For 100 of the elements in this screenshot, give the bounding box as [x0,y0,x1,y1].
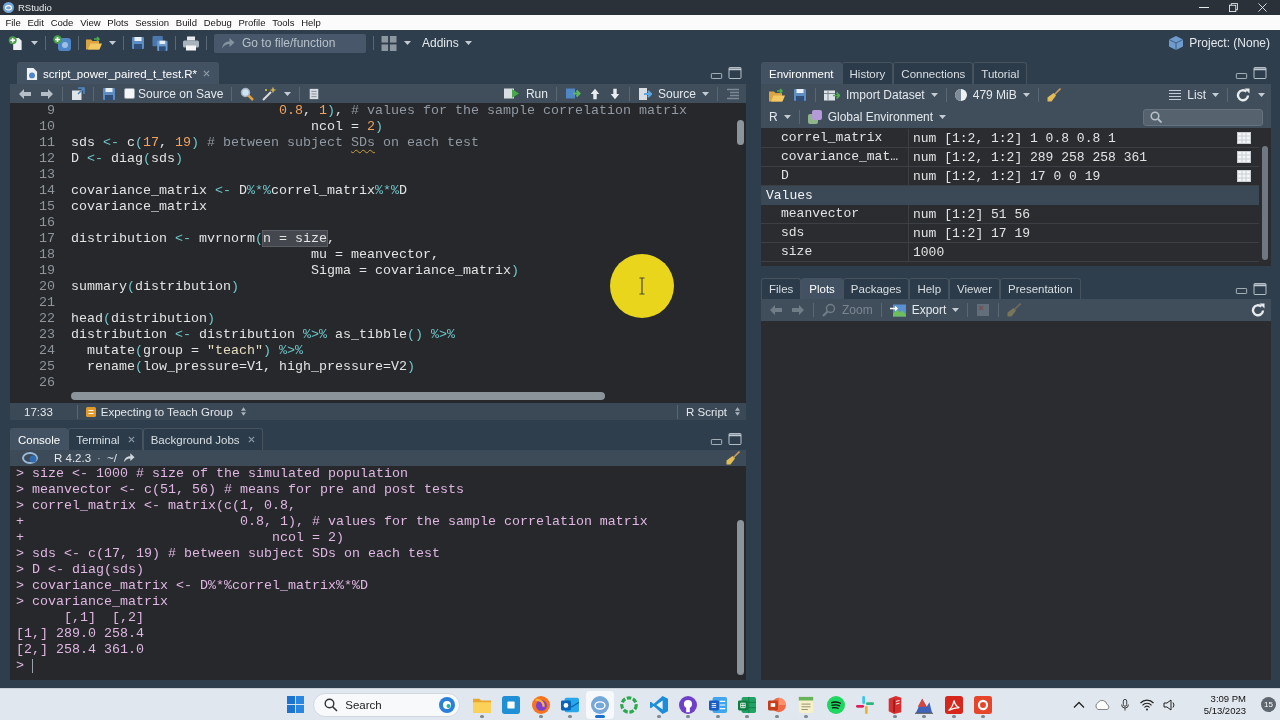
console-output[interactable] [10,466,746,680]
save-icon[interactable] [131,36,145,50]
open-folder-icon[interactable] [769,87,785,103]
search-field[interactable] [1143,108,1263,126]
caret-icon[interactable] [1212,93,1219,97]
environment-row[interactable]: sds num [1:2] 17 19 [761,224,1259,243]
tab[interactable]: Files [761,278,802,299]
arrow-icon[interactable] [122,452,135,464]
environment-row[interactable]: meanvector num [1:2] 51 56 [761,205,1259,224]
tab[interactable]: Help [909,278,950,299]
menu-item[interactable]: Edit [24,15,48,30]
environment-row[interactable]: covariance_mat… num [1:2, 1:2] 289 258 258 361 [761,148,1259,167]
notification-badge[interactable]: 15 [1261,697,1276,712]
caret-icon[interactable] [404,41,411,45]
cloud-icon[interactable] [1093,697,1110,712]
wand-icon[interactable] [262,86,277,101]
up-arrow-icon[interactable] [588,87,601,100]
menu-item[interactable]: File [2,15,25,30]
grid-icon[interactable] [381,35,397,51]
tab[interactable]: Console [10,428,69,450]
forward-arrow-icon[interactable] [40,86,54,101]
close-icon[interactable] [127,436,135,443]
menu-item[interactable]: Help [297,15,325,30]
start-icon[interactable] [286,696,304,713]
outline-icon[interactable] [726,86,740,101]
code-editor[interactable] [10,103,746,403]
tab[interactable]: Connections [893,62,974,84]
tab[interactable]: Presentation [1000,278,1081,299]
environment-row[interactable]: correl_matrix num [1:2, 1:2] 1 0.8 0.8 1 [761,129,1259,148]
caret-icon[interactable] [702,91,709,96]
minimize-icon[interactable] [710,438,723,445]
broom-icon[interactable] [726,451,740,465]
file-tab[interactable]: script_power_paired_t_test.R* [17,62,220,84]
environment-row[interactable]: D num [1:2, 1:2] 17 0 0 19 [761,167,1259,186]
scrollbar-thumb[interactable] [1262,146,1268,260]
caret-icon[interactable] [464,41,472,45]
file-type-menu[interactable]: R Script [686,405,740,418]
menu-item[interactable]: Tools [268,15,298,30]
environment-menu[interactable]: Global Environment [807,110,947,124]
popout-icon[interactable] [71,86,85,101]
scrollbar-thumb[interactable] [736,520,744,675]
scope-menu[interactable]: Expecting to Teach Group [85,405,246,418]
caret-icon[interactable] [952,308,960,312]
tab[interactable]: Environment [761,62,842,84]
new-file-icon[interactable] [8,35,24,51]
minimize-icon[interactable] [710,72,723,79]
language-menu[interactable]: R [769,110,791,124]
tab[interactable]: Plots [801,278,843,299]
tab[interactable]: Packages [842,278,910,299]
speaker-icon[interactable] [1162,697,1177,712]
caret-icon[interactable] [939,115,947,119]
caret-icon[interactable] [1258,93,1265,97]
tab[interactable]: Tutorial [973,62,1028,84]
taskbar-app-button[interactable] [585,690,614,719]
microphone-icon[interactable] [1118,698,1131,711]
new-project-icon[interactable] [53,35,71,51]
menu-item[interactable]: Debug [200,15,236,30]
maximize-icon[interactable] [1253,282,1267,295]
maximize-icon[interactable] [728,67,742,79]
refresh-icon[interactable] [1251,303,1265,317]
working-directory[interactable]: ~/ [106,452,117,464]
minimize-icon[interactable] [1235,288,1248,294]
tab[interactable]: Terminal [68,428,143,450]
close-icon[interactable] [247,436,255,443]
caret-icon[interactable] [930,93,938,97]
caret-icon[interactable] [783,115,791,119]
maximize-icon[interactable] [728,433,742,445]
project-button[interactable]: Project: (None) [1169,36,1270,50]
open-folder-icon[interactable] [86,35,102,51]
checkbox-label[interactable]: Source on Save [138,86,224,101]
menu-item[interactable]: Plots [103,15,132,30]
down-arrow-icon[interactable] [608,87,621,100]
notebook-icon[interactable] [308,87,321,100]
caret-icon[interactable] [1022,93,1030,97]
import-dataset-button[interactable]: Import Dataset [824,87,938,103]
menu-item[interactable]: View [76,15,104,30]
tab[interactable]: Background Jobs [142,428,263,450]
memory-usage-button[interactable]: 479 MiB [954,88,1030,102]
save-all-icon[interactable] [152,35,168,51]
scrollbar-thumb[interactable] [736,120,744,145]
export-button[interactable]: Export [889,302,960,318]
wifi-icon[interactable] [1139,697,1154,712]
broom-icon[interactable] [1046,88,1061,102]
menu-item[interactable]: Session [131,15,173,30]
caret-icon[interactable] [31,41,38,45]
caret-icon[interactable] [284,91,292,96]
refresh-icon[interactable] [1236,88,1250,102]
search-icon[interactable] [240,86,255,101]
menu-item[interactable]: Code [47,15,77,30]
scrollbar-thumb[interactable] [71,392,605,400]
tab[interactable]: Viewer [949,278,1000,299]
tab[interactable]: History [841,62,894,84]
go-to-file-field[interactable]: Go to file/function [214,33,366,53]
rerun-icon[interactable] [564,86,581,101]
checkbox[interactable] [124,88,135,99]
run-button[interactable]: Run [503,86,548,101]
menu-item[interactable]: Profile [235,15,269,30]
view-mode-button[interactable]: List [1169,88,1219,102]
maximize-icon[interactable] [1253,67,1267,79]
environment-row[interactable]: size 1000 [761,243,1259,262]
